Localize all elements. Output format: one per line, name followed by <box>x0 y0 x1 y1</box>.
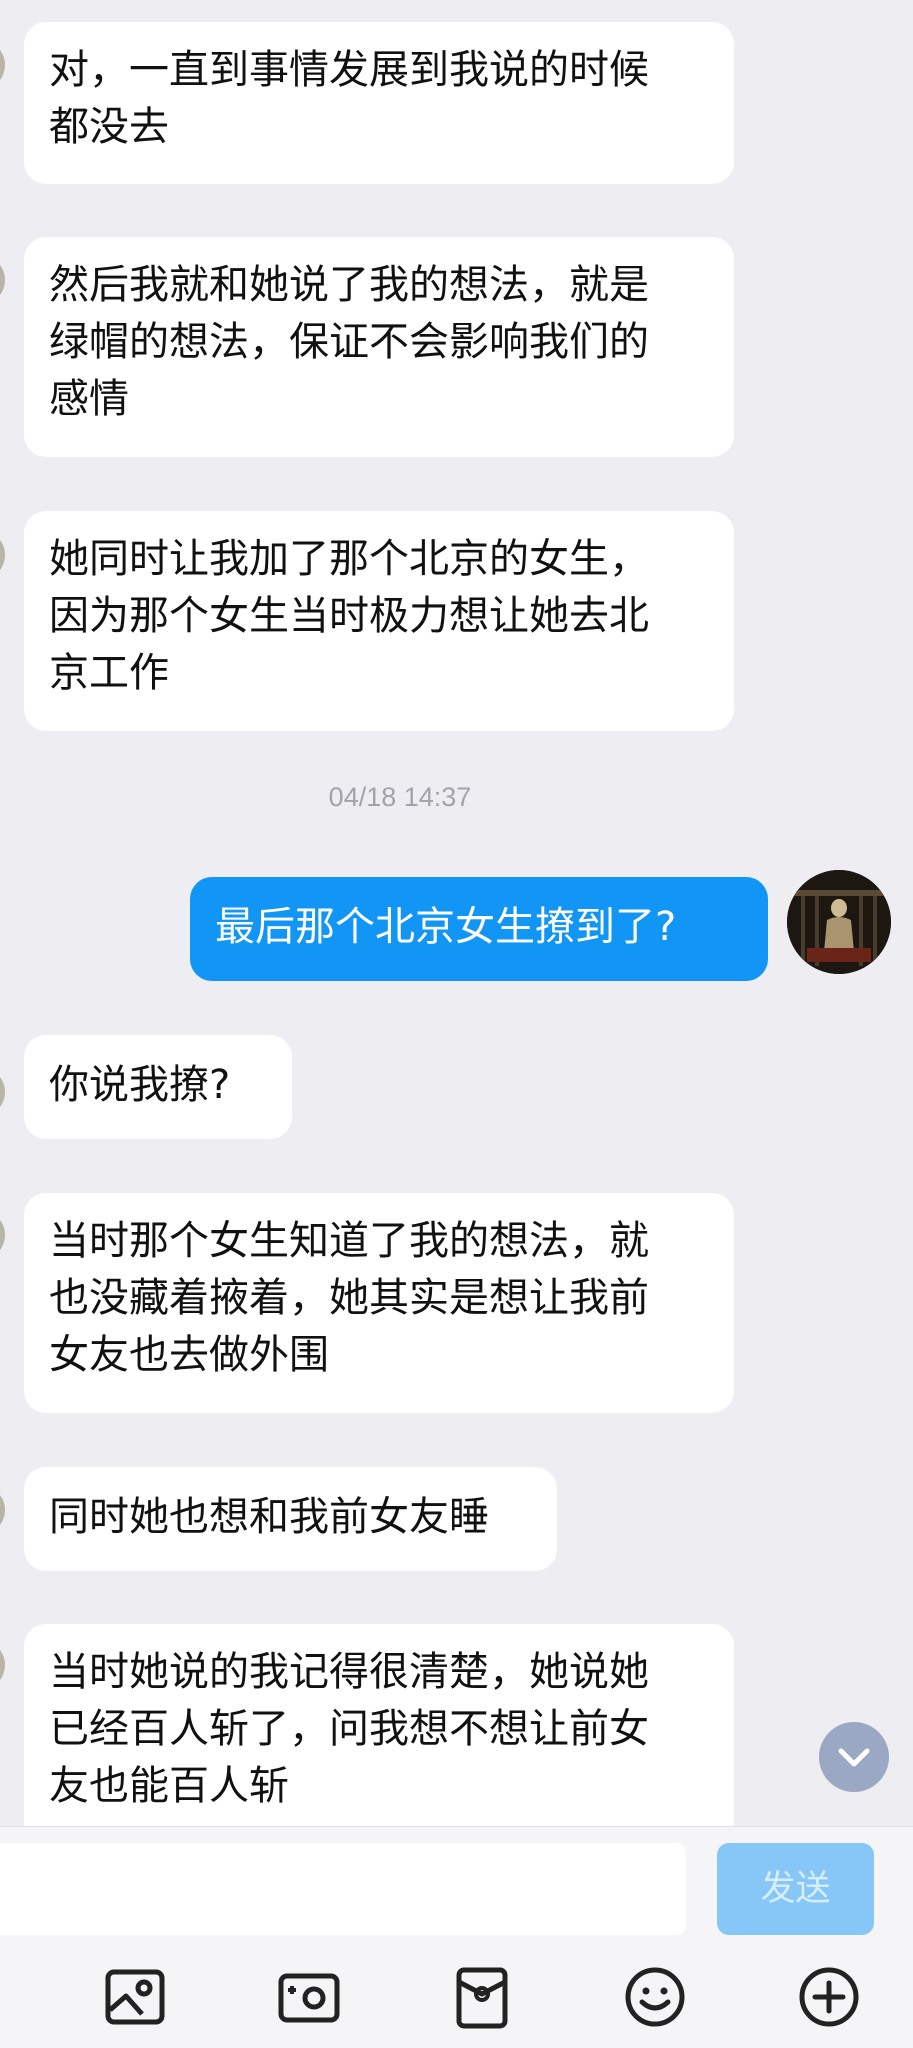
my-avatar[interactable] <box>787 870 891 974</box>
contact-avatar[interactable] <box>0 1210 5 1260</box>
plus-icon <box>799 1967 859 2027</box>
contact-avatar[interactable] <box>0 1485 5 1535</box>
camera-button[interactable] <box>276 1964 342 2030</box>
message-timestamp: 04/18 14:37 <box>328 782 472 812</box>
message-bubble-outgoing[interactable]: 最后那个北京女生撩到了? <box>190 877 768 981</box>
message-bubble-incoming[interactable]: 对，一直到事情发展到我说的时候 都没去 <box>24 22 734 184</box>
contact-avatar[interactable] <box>0 40 5 90</box>
avatar-image <box>787 870 891 974</box>
emoji-button[interactable] <box>622 1964 688 2030</box>
message-bubble-incoming[interactable]: 她同时让我加了那个北京的女生， 因为那个女生当时极力想让她去北 京工作 <box>24 511 734 731</box>
image-icon <box>105 1969 165 2025</box>
message-bubble-incoming[interactable]: 当时她说的我记得很清楚，她说她 已经百人斩了，问我想不想让前女 友也能百人斩 <box>24 1624 734 1826</box>
send-button[interactable]: 发送 <box>717 1843 874 1935</box>
message-bubble-incoming[interactable]: 然后我就和她说了我的想法，就是 绿帽的想法，保证不会影响我们的 感情 <box>24 237 734 457</box>
image-button[interactable] <box>102 1964 168 2030</box>
message-bubble-incoming[interactable]: 你说我撩? <box>24 1035 292 1139</box>
red-packet-icon <box>456 1967 508 2029</box>
scroll-to-bottom-button[interactable] <box>819 1722 889 1792</box>
message-input[interactable] <box>0 1843 686 1935</box>
message-bubble-incoming[interactable]: 当时那个女生知道了我的想法，就 也没藏着掖着，她其实是想让我前 女友也去做外围 <box>24 1193 734 1413</box>
camera-icon <box>278 1973 340 2023</box>
message-bubble-incoming[interactable]: 同时她也想和我前女友睡 <box>24 1467 557 1571</box>
contact-avatar[interactable] <box>0 530 5 580</box>
contact-avatar[interactable] <box>0 255 5 305</box>
input-toolbar <box>0 1946 913 2048</box>
chat-history[interactable]: 对，一直到事情发展到我说的时候 都没去 然后我就和她说了我的想法，就是 绿帽的想… <box>0 0 913 1826</box>
emoji-icon <box>625 1967 685 2027</box>
contact-avatar[interactable] <box>0 1067 5 1117</box>
message-input-bar: 发送 <box>0 1826 913 1947</box>
chevron-down-icon <box>838 1748 870 1767</box>
more-button[interactable] <box>796 1964 862 2030</box>
contact-avatar[interactable] <box>0 1640 5 1690</box>
red-packet-button[interactable] <box>449 1964 515 2030</box>
